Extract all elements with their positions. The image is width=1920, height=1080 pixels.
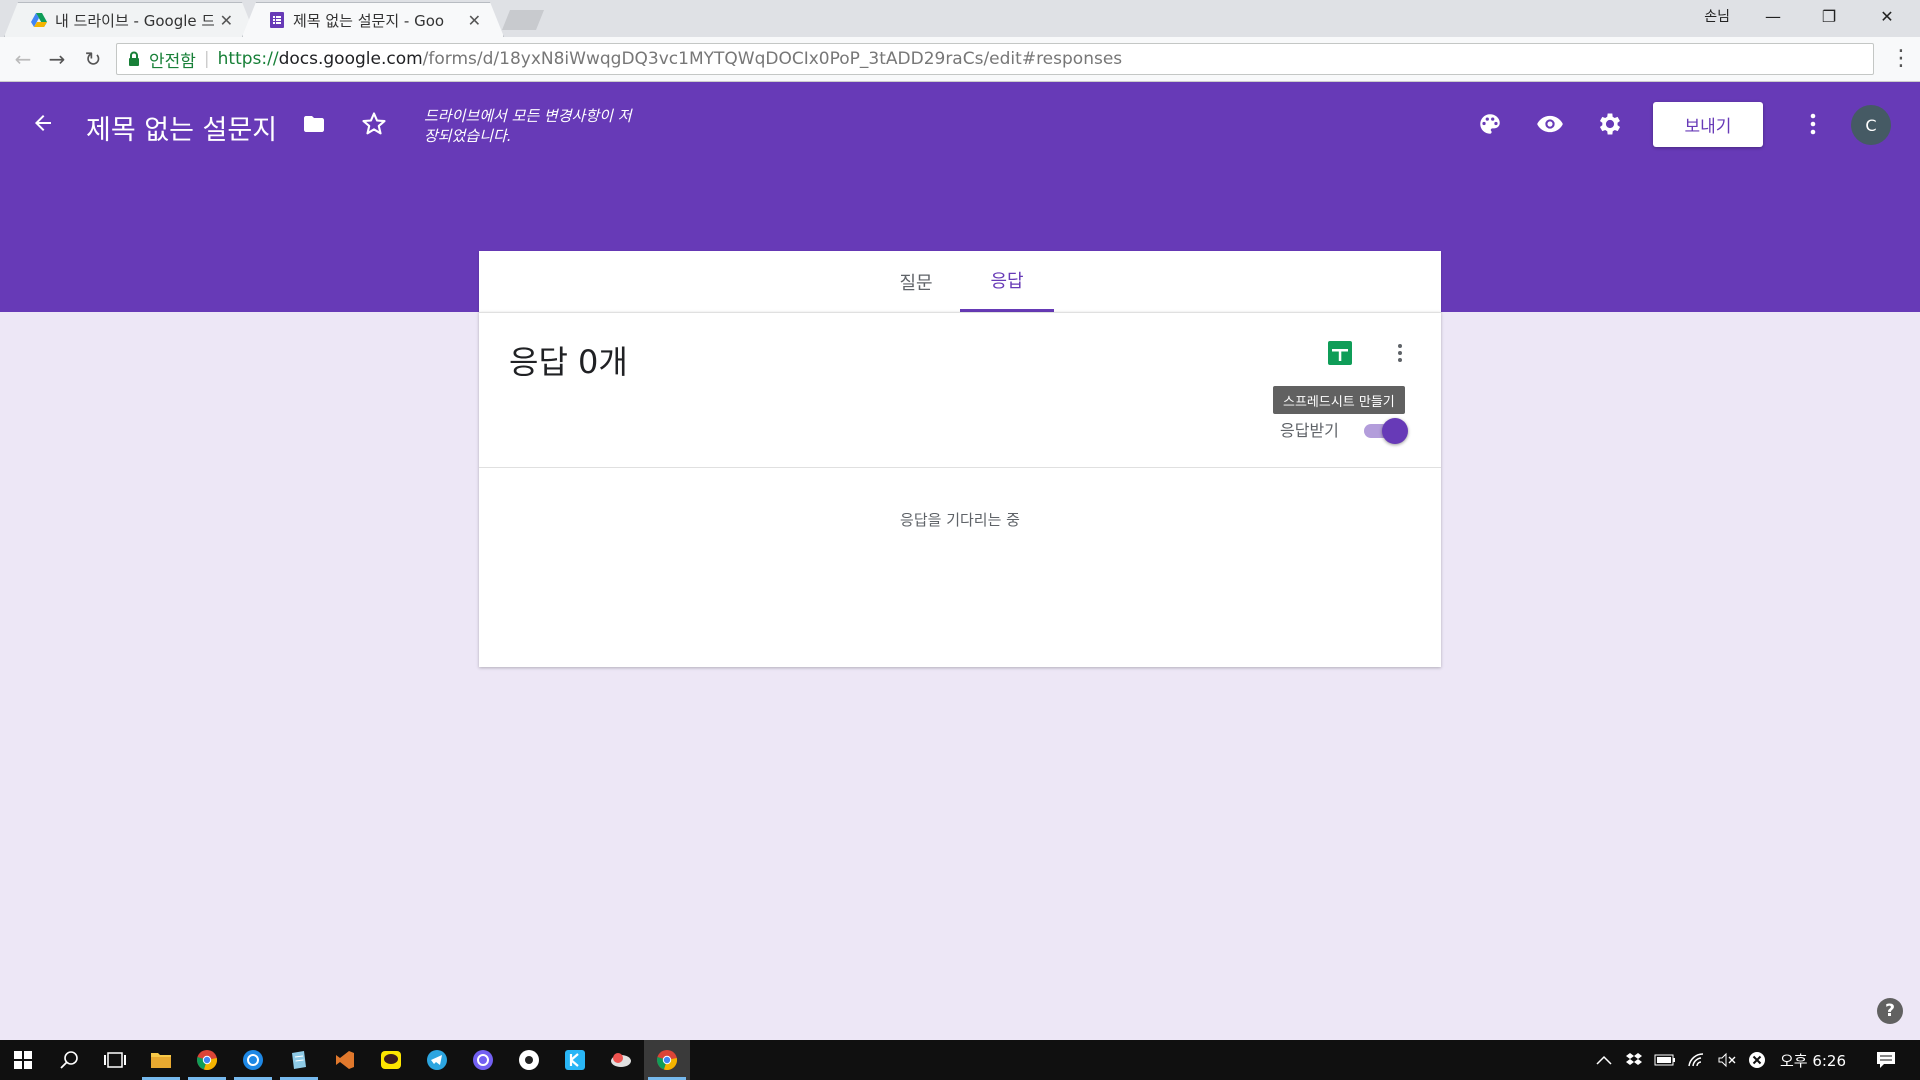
- chrome-menu-icon[interactable]: ⋮: [1890, 46, 1912, 71]
- visual-studio-icon[interactable]: [322, 1040, 368, 1080]
- browser-toolbar: ← → ↻ 안전함 | https:// docs.google.com /fo…: [0, 37, 1920, 82]
- create-spreadsheet-icon[interactable]: [1328, 341, 1352, 365]
- help-icon[interactable]: ?: [1877, 998, 1903, 1024]
- toggle-knob: [1382, 418, 1408, 444]
- app-dot-icon[interactable]: [506, 1040, 552, 1080]
- chrome-active-icon[interactable]: [644, 1040, 690, 1080]
- restore-icon[interactable]: ❐: [1800, 0, 1858, 33]
- back-arrow-icon[interactable]: [28, 108, 58, 138]
- viber-icon[interactable]: [460, 1040, 506, 1080]
- kakaotalk-icon[interactable]: [368, 1040, 414, 1080]
- close-window-icon[interactable]: ✕: [1858, 0, 1916, 33]
- more-options-icon[interactable]: [1800, 108, 1826, 140]
- address-bar[interactable]: 안전함 | https:// docs.google.com /forms/d/…: [116, 43, 1874, 75]
- clock[interactable]: 오후 6:26: [1776, 1040, 1850, 1080]
- notepad-icon[interactable]: [276, 1040, 322, 1080]
- send-button[interactable]: 보내기: [1653, 102, 1763, 147]
- wifi-icon[interactable]: [1684, 1040, 1710, 1080]
- accepting-responses-toggle[interactable]: [1364, 418, 1410, 444]
- telegram-icon[interactable]: [414, 1040, 460, 1080]
- google-drive-icon: [31, 12, 47, 28]
- browser-tab-strip: 내 드라이브 - Google 드 ✕ 제목 없는 설문지 - Goo ✕ 손님…: [0, 0, 1920, 37]
- battery-icon[interactable]: [1652, 1040, 1678, 1080]
- show-hidden-icons-icon[interactable]: [1592, 1040, 1616, 1080]
- divider: [479, 467, 1441, 468]
- back-icon[interactable]: ←: [8, 45, 38, 73]
- task-view-icon[interactable]: [92, 1040, 138, 1080]
- start-icon[interactable]: [0, 1040, 46, 1080]
- folder-icon[interactable]: [298, 108, 330, 140]
- close-tab-icon[interactable]: ✕: [468, 11, 481, 30]
- star-icon[interactable]: [358, 108, 390, 140]
- tab-title: 내 드라이브 - Google 드: [55, 11, 214, 30]
- action-center-icon[interactable]: [1866, 1040, 1906, 1080]
- waiting-message: 응답을 기다리는 중: [900, 511, 1020, 529]
- forward-icon[interactable]: →: [42, 45, 72, 73]
- account-avatar[interactable]: C: [1851, 105, 1891, 145]
- app-blue-icon[interactable]: [230, 1040, 276, 1080]
- lock-icon: [129, 51, 139, 66]
- responses-card: 응답 0개 스프레드시트 만들기 응답받기 응답을 기다리는 중: [479, 312, 1441, 667]
- search-icon[interactable]: [46, 1040, 92, 1080]
- settings-gear-icon[interactable]: [1594, 108, 1626, 140]
- response-count-title: 응답 0개: [509, 343, 628, 381]
- security-label: 안전함: [149, 51, 196, 72]
- volume-muted-icon[interactable]: [1714, 1040, 1740, 1080]
- chrome-icon[interactable]: [184, 1040, 230, 1080]
- dropbox-icon[interactable]: [1622, 1040, 1646, 1080]
- form-title[interactable]: 제목 없는 설문지: [86, 108, 277, 147]
- form-tabs-card: 질문 응답: [479, 251, 1441, 312]
- reload-icon[interactable]: ↻: [78, 45, 108, 73]
- kite-icon[interactable]: [552, 1040, 598, 1080]
- windows-taskbar: 오후 6:26: [0, 1040, 1920, 1080]
- file-explorer-icon[interactable]: [138, 1040, 184, 1080]
- palette-icon[interactable]: [1474, 108, 1506, 140]
- profile-label[interactable]: 손님: [1704, 6, 1730, 26]
- app-cloud-icon[interactable]: [598, 1040, 644, 1080]
- browser-tab-drive[interactable]: 내 드라이브 - Google 드 ✕: [4, 2, 256, 37]
- no-network-icon[interactable]: [1744, 1040, 1770, 1080]
- tab-title: 제목 없는 설문지 - Goo: [293, 11, 445, 30]
- url-scheme: https://: [217, 49, 279, 69]
- accepting-responses-label: 응답받기: [1280, 421, 1339, 440]
- new-tab-button[interactable]: [502, 10, 544, 30]
- responses-more-icon[interactable]: [1390, 339, 1410, 367]
- minimize-icon[interactable]: —: [1744, 0, 1802, 33]
- url-host: docs.google.com: [278, 49, 423, 69]
- close-tab-icon[interactable]: ✕: [220, 11, 233, 30]
- preview-eye-icon[interactable]: [1534, 108, 1566, 140]
- tab-responses[interactable]: 응답: [960, 251, 1054, 312]
- url-separator: |: [203, 49, 210, 69]
- tab-questions[interactable]: 질문: [876, 251, 956, 312]
- url-path: /forms/d/18yxN8iWwqgDQ3vc1MYTQWqDOCIx0Po…: [422, 49, 1123, 69]
- spreadsheet-tooltip: 스프레드시트 만들기: [1273, 386, 1405, 414]
- browser-tab-forms[interactable]: 제목 없는 설문지 - Goo ✕: [242, 2, 504, 37]
- save-status: 드라이브에서 모든 변경사항이 저장되었습니다.: [424, 107, 632, 145]
- google-forms-icon: [269, 12, 285, 28]
